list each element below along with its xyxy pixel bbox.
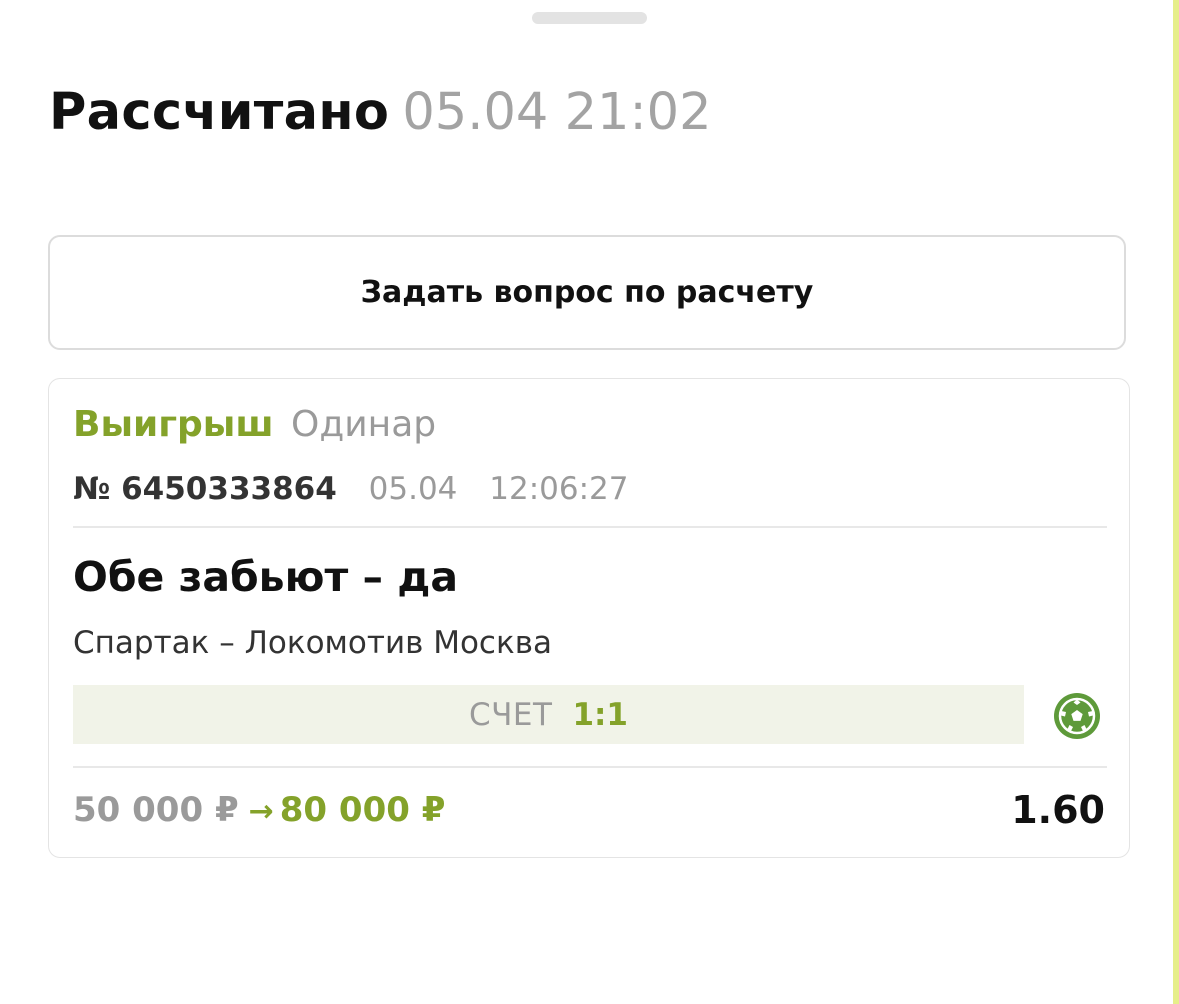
- stake-amount: 50 000 ₽: [73, 790, 239, 830]
- divider: [73, 766, 1107, 768]
- bet-type: Одинар: [291, 404, 437, 445]
- soccer-ball-icon: [1054, 693, 1100, 739]
- bet-meta-row: № 6450333864 05.04 12:06:27: [73, 469, 629, 509]
- bet-card[interactable]: Выигрыш Одинар № 6450333864 05.04 12:06:…: [48, 378, 1130, 858]
- sheet-header: Рассчитано 05.04 21:02: [49, 80, 712, 157]
- bet-placed-time: 12:06:27: [489, 471, 629, 507]
- score-label: СЧЕТ: [469, 696, 553, 733]
- settled-datetime: 05.04 21:02: [402, 83, 712, 142]
- ask-question-button[interactable]: Задать вопрос по расчету: [48, 235, 1126, 350]
- event-name: Спартак – Локомотив Москва: [73, 625, 552, 661]
- bet-odds: 1.60: [1011, 788, 1105, 832]
- bet-placed-date: 05.04: [368, 471, 458, 507]
- payout-amount: 80 000 ₽: [279, 790, 446, 830]
- bet-outcome: Обе забьют – да: [73, 553, 459, 601]
- bet-result: Выигрыш: [73, 404, 274, 445]
- bet-details-sheet: Рассчитано 05.04 21:02 Задать вопрос по …: [0, 0, 1173, 1004]
- bet-number: № 6450333864: [73, 471, 337, 507]
- background-edge-strip: [1173, 0, 1179, 1004]
- divider: [73, 526, 1107, 528]
- score-bar: СЧЕТ 1:1: [73, 685, 1024, 744]
- status-title: Рассчитано: [49, 83, 390, 142]
- score-value: 1:1: [572, 696, 628, 733]
- sheet-drag-handle[interactable]: [532, 12, 647, 24]
- arrow-right-icon: →: [248, 794, 274, 829]
- bet-status-row: Выигрыш Одинар: [73, 403, 436, 447]
- amount-row: 50 000 ₽ → 80 000 ₽: [73, 785, 445, 837]
